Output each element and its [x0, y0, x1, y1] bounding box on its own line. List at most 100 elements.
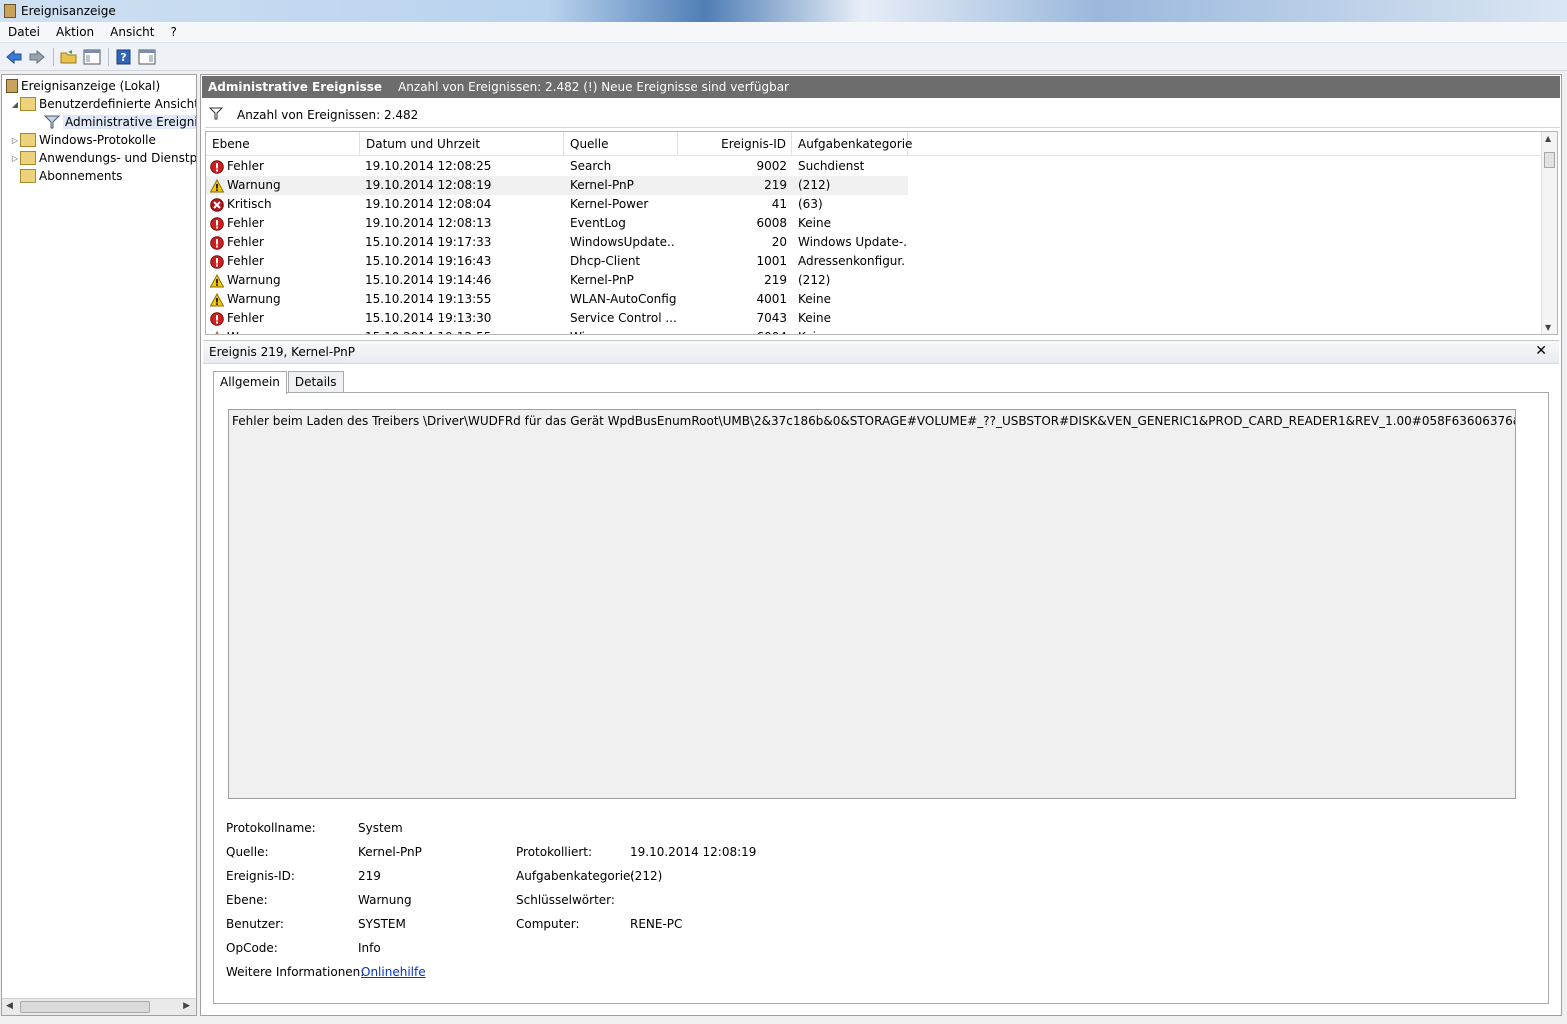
- folder-icon: [20, 97, 36, 111]
- tree-item-label: Administrative Ereignisse: [63, 115, 196, 129]
- label-schluesselwoerter: Schlüsselwörter:: [516, 893, 615, 907]
- scroll-down-icon[interactable]: ▼: [1545, 323, 1551, 332]
- error-icon: [210, 216, 224, 231]
- column-aufgabenkategorie[interactable]: Aufgabenkategorie: [792, 132, 912, 156]
- column-ereignis-id[interactable]: Ereignis-ID: [678, 132, 792, 156]
- window-title: Ereignisanzeige: [21, 4, 116, 18]
- table-row[interactable]: Fehler 15.10.2014 19:17:33 WindowsUpdate..…: [206, 233, 908, 252]
- tree-item-windows-protokolle[interactable]: ▷ Windows-Protokolle: [10, 131, 156, 149]
- menu-help[interactable]: ?: [162, 25, 184, 39]
- menu-datei[interactable]: Datei: [0, 25, 48, 39]
- tree-horizontal-scrollbar[interactable]: ◀ ▶: [2, 998, 196, 1015]
- grid-vertical-scrollbar[interactable]: ▲ ▼: [1541, 132, 1557, 334]
- value-aufgabenkategorie: (212): [630, 869, 663, 883]
- back-arrow-icon[interactable]: [3, 46, 25, 68]
- help-icon[interactable]: ?: [113, 46, 135, 68]
- cell-source: EventLog: [570, 216, 626, 230]
- table-row[interactable]: Warnung 15.10.2014 19:12:55 Wi...6004 Keine: [206, 328, 908, 334]
- table-row[interactable]: Warnung 19.10.2014 12:08:19 Kernel-PnP 219 (…: [206, 176, 908, 195]
- cell-category: Keine: [798, 311, 831, 325]
- view-header: Administrative Ereignisse Anzahl von Ere…: [202, 76, 1560, 98]
- cell-level-text: Warnung: [227, 328, 281, 334]
- open-folder-icon[interactable]: [58, 46, 80, 68]
- events-grid: Ebene Datum und Uhrzeit Quelle Ereignis-…: [205, 131, 1558, 335]
- svg-text:?: ?: [120, 51, 126, 64]
- cell-date: 15.10.2014 19:13:55: [365, 292, 492, 306]
- cell-date: 15.10.2014 19:13:30: [365, 311, 492, 325]
- tab-details[interactable]: Details: [287, 371, 344, 393]
- table-row[interactable]: Fehler 19.10.2014 12:08:25 Search 9002 Suchd…: [206, 157, 908, 176]
- console-tree-icon[interactable]: [81, 46, 103, 68]
- scroll-up-icon[interactable]: ▲: [1545, 134, 1551, 143]
- table-row[interactable]: Kritisch 19.10.2014 12:08:04 Kernel-Power 4…: [206, 195, 908, 214]
- toolbar-separator: [108, 47, 109, 66]
- cell-id: 219: [764, 178, 787, 192]
- label-ebene: Ebene:: [226, 893, 268, 907]
- cell-level-text: Fehler: [227, 254, 264, 268]
- cell-category: (212): [798, 273, 831, 287]
- event-detail-pane: Ereignis 219, Kernel-PnP ✕ Allgemein Det…: [203, 340, 1559, 1014]
- event-message[interactable]: Fehler beim Laden des Treibers \Driver\W…: [228, 409, 1516, 799]
- tree-item-label: Ereignisanzeige (Lokal): [21, 79, 161, 93]
- filter-bar: Anzahl von Ereignissen: 2.482: [205, 103, 1560, 128]
- warning-icon: [210, 273, 225, 288]
- value-quelle: Kernel-PnP: [358, 845, 422, 859]
- warning-icon: [210, 330, 224, 334]
- table-row[interactable]: Warnung 15.10.2014 19:14:46 Kernel-PnP 219 (…: [206, 271, 908, 290]
- onlinehilfe-link[interactable]: Onlinehilfe: [361, 965, 426, 979]
- tab-panel-allgemein: Fehler beim Laden des Treibers \Driver\W…: [213, 392, 1549, 1004]
- menu-bar: Datei Aktion Ansicht ?: [0, 22, 1567, 43]
- cell-category: Keine: [798, 292, 831, 306]
- main-pane: Administrative Ereignisse Anzahl von Ere…: [200, 74, 1562, 1016]
- scroll-left-icon[interactable]: ◀: [6, 1001, 13, 1011]
- tree-item-ereignisanzeige[interactable]: Ereignisanzeige (Lokal): [6, 77, 160, 95]
- cell-level: Fehler: [210, 309, 356, 328]
- menu-aktion[interactable]: Aktion: [48, 25, 102, 39]
- console-tree: Ereignisanzeige (Lokal) ◢ Benutzerdefini…: [1, 74, 197, 1016]
- cell-level-text: Kritisch: [227, 197, 272, 211]
- menu-ansicht[interactable]: Ansicht: [102, 25, 162, 39]
- view-title: Administrative Ereignisse: [208, 80, 383, 94]
- table-row[interactable]: Fehler 15.10.2014 19:16:43 Dhcp-Client 1001…: [206, 252, 908, 271]
- expand-triangle-icon[interactable]: ▷: [10, 136, 20, 145]
- collapse-triangle-icon[interactable]: ◢: [10, 100, 20, 109]
- label-ereignis-id: Ereignis-ID:: [226, 869, 295, 883]
- detail-title: Ereignis 219, Kernel-PnP: [209, 345, 356, 359]
- cell-id: 6004: [678, 328, 787, 334]
- tree-item-benutzerdefinierte-ansichten[interactable]: ◢ Benutzerdefinierte Ansichten: [10, 95, 196, 113]
- column-ebene[interactable]: Ebene: [206, 132, 360, 156]
- cell-level: Fehler: [210, 252, 356, 271]
- value-ereignis-id: 219: [358, 869, 381, 883]
- cell-level-text: Fehler: [227, 235, 264, 249]
- cell-category: (212): [798, 178, 831, 192]
- column-datum[interactable]: Datum und Uhrzeit: [360, 132, 564, 156]
- cell-date: 19.10.2014 12:08:13: [365, 216, 492, 230]
- scroll-right-icon[interactable]: ▶: [183, 1001, 190, 1011]
- critical-icon: [210, 197, 224, 212]
- table-row[interactable]: Fehler 19.10.2014 12:08:13 EventLog 6008 Kei…: [206, 214, 908, 233]
- tree-item-label: Windows-Protokolle: [39, 133, 156, 147]
- cell-category: Adressenkonfigur...: [798, 254, 906, 268]
- label-weitere-informationen: Weitere Informationen:: [226, 965, 365, 979]
- value-protokollname: System: [358, 821, 403, 835]
- grid-header: Ebene Datum und Uhrzeit Quelle Ereignis-…: [206, 132, 1542, 156]
- tree-item-abonnements[interactable]: Abonnements: [20, 167, 122, 185]
- label-aufgabenkategorie: Aufgabenkategorie:: [516, 869, 635, 883]
- cell-source: Service Control ...: [570, 311, 676, 325]
- value-opcode: Info: [358, 941, 381, 955]
- cell-id: 7043: [756, 311, 787, 325]
- title-bar: Ereignisanzeige: [0, 0, 1567, 22]
- tab-allgemein[interactable]: Allgemein: [213, 371, 287, 394]
- close-icon[interactable]: ✕: [1535, 343, 1547, 359]
- tree-item-anwendungs-und-dienstprotokolle[interactable]: ▷ Anwendungs- und Dienstprotokolle: [10, 149, 196, 167]
- error-icon: [210, 235, 224, 250]
- action-pane-icon[interactable]: [136, 46, 158, 68]
- forward-arrow-icon[interactable]: [26, 46, 48, 68]
- expand-triangle-icon[interactable]: ▷: [10, 154, 20, 163]
- tree-item-administrative-ereignisse[interactable]: Administrative Ereignisse: [43, 113, 196, 131]
- scrollbar-thumb[interactable]: [1544, 152, 1555, 168]
- table-row[interactable]: Fehler 15.10.2014 19:13:30 Service Control…: [206, 309, 908, 328]
- column-quelle[interactable]: Quelle: [564, 132, 678, 156]
- scrollbar-thumb[interactable]: [20, 1001, 150, 1013]
- table-row[interactable]: Warnung 15.10.2014 19:13:55 WLAN-AutoConfi…: [206, 290, 908, 309]
